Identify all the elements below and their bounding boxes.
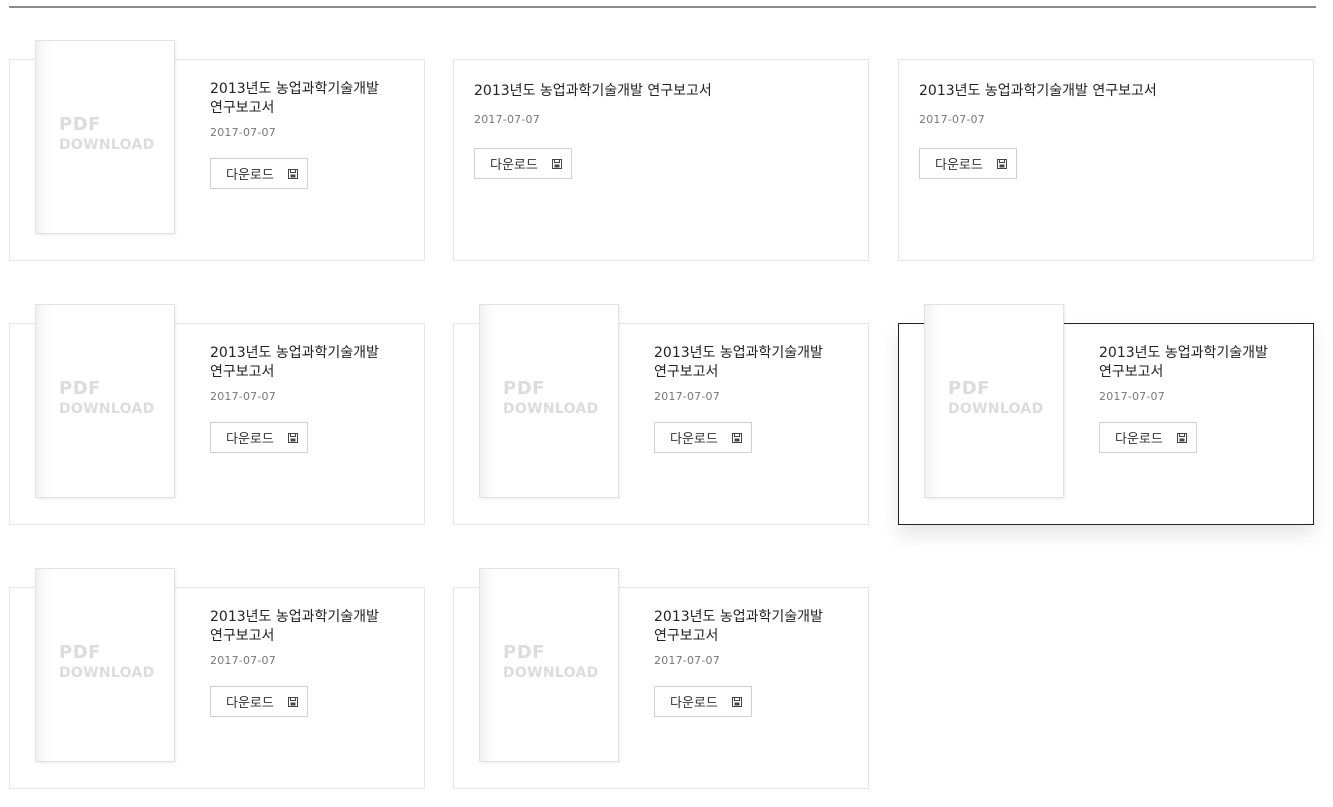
pdf-thumbnail[interactable]: PDF DOWNLOAD	[35, 304, 175, 498]
report-card[interactable]: 2013년도 농업과학기술개발 연구보고서 2017-07-07 다운로드	[453, 59, 869, 261]
download-button[interactable]: 다운로드	[210, 686, 308, 717]
report-date: 2017-07-07	[654, 390, 720, 403]
save-icon	[731, 696, 742, 707]
thumbnail-pdf-label: PDF	[948, 378, 990, 399]
download-button-label: 다운로드	[226, 432, 274, 447]
thumbnail-pdf-label: PDF	[59, 114, 101, 135]
download-button-label: 다운로드	[490, 158, 538, 173]
thumbnail-download-label: DOWNLOAD	[948, 401, 1044, 417]
report-date: 2017-07-07	[919, 113, 985, 126]
report-date: 2017-07-07	[210, 126, 276, 139]
save-icon	[287, 168, 298, 179]
report-date: 2017-07-07	[210, 390, 276, 403]
report-date: 2017-07-07	[474, 113, 540, 126]
report-title[interactable]: 2013년도 농업과학기술개발 연구보고서	[474, 82, 854, 101]
report-date: 2017-07-07	[1099, 390, 1165, 403]
save-icon	[287, 696, 298, 707]
thumbnail-pdf-label: PDF	[503, 642, 545, 663]
pdf-thumbnail[interactable]: PDF DOWNLOAD	[479, 304, 619, 498]
save-icon	[287, 432, 298, 443]
download-button[interactable]: 다운로드	[919, 148, 1017, 179]
pdf-thumbnail[interactable]: PDF DOWNLOAD	[35, 40, 175, 234]
report-card[interactable]: PDF DOWNLOAD 2013년도 농업과학기술개발 연구보고서 2017-…	[9, 304, 425, 525]
report-title[interactable]: 2013년도 농업과학기술개발 연구보고서	[1099, 344, 1299, 382]
save-icon	[1176, 432, 1187, 443]
thumbnail-download-label: DOWNLOAD	[503, 665, 599, 681]
download-button-label: 다운로드	[670, 696, 718, 711]
report-title[interactable]: 2013년도 농업과학기술개발 연구보고서	[210, 344, 410, 382]
save-icon	[551, 158, 562, 169]
download-button[interactable]: 다운로드	[654, 686, 752, 717]
save-icon	[731, 432, 742, 443]
download-button[interactable]: 다운로드	[1099, 422, 1197, 453]
report-card[interactable]: PDF DOWNLOAD 2013년도 농업과학기술개발 연구보고서 2017-…	[9, 568, 425, 789]
download-button-label: 다운로드	[226, 168, 274, 183]
download-button[interactable]: 다운로드	[654, 422, 752, 453]
save-icon	[996, 158, 1007, 169]
pdf-thumbnail[interactable]: PDF DOWNLOAD	[924, 304, 1064, 498]
pdf-thumbnail[interactable]: PDF DOWNLOAD	[35, 568, 175, 762]
top-divider	[9, 6, 1316, 8]
report-title[interactable]: 2013년도 농업과학기술개발 연구보고서	[654, 344, 854, 382]
download-button-label: 다운로드	[670, 432, 718, 447]
thumbnail-download-label: DOWNLOAD	[59, 665, 155, 681]
download-button[interactable]: 다운로드	[210, 158, 308, 189]
download-button-label: 다운로드	[935, 158, 983, 173]
report-title[interactable]: 2013년도 농업과학기술개발 연구보고서	[210, 80, 410, 118]
report-card[interactable]: PDF DOWNLOAD 2013년도 농업과학기술개발 연구보고서 2017-…	[9, 40, 425, 261]
thumbnail-pdf-label: PDF	[59, 378, 101, 399]
report-card[interactable]: PDF DOWNLOAD 2013년도 농업과학기술개발 연구보고서 2017-…	[453, 568, 869, 789]
download-button-label: 다운로드	[226, 696, 274, 711]
report-card[interactable]: PDF DOWNLOAD 2013년도 농업과학기술개발 연구보고서 2017-…	[453, 304, 869, 525]
thumbnail-download-label: DOWNLOAD	[59, 401, 155, 417]
report-date: 2017-07-07	[210, 654, 276, 667]
report-title[interactable]: 2013년도 농업과학기술개발 연구보고서	[919, 82, 1299, 101]
download-button-label: 다운로드	[1115, 432, 1163, 447]
report-card[interactable]: 2013년도 농업과학기술개발 연구보고서 2017-07-07 다운로드	[898, 59, 1314, 261]
thumbnail-download-label: DOWNLOAD	[503, 401, 599, 417]
report-title[interactable]: 2013년도 농업과학기술개발 연구보고서	[210, 608, 410, 646]
report-date: 2017-07-07	[654, 654, 720, 667]
thumbnail-pdf-label: PDF	[59, 642, 101, 663]
thumbnail-pdf-label: PDF	[503, 378, 545, 399]
report-title[interactable]: 2013년도 농업과학기술개발 연구보고서	[654, 608, 854, 646]
thumbnail-download-label: DOWNLOAD	[59, 137, 155, 153]
report-card-hovered[interactable]: PDF DOWNLOAD 2013년도 농업과학기술개발 연구보고서 2017-…	[898, 304, 1314, 525]
download-button[interactable]: 다운로드	[474, 148, 572, 179]
pdf-thumbnail[interactable]: PDF DOWNLOAD	[479, 568, 619, 762]
download-button[interactable]: 다운로드	[210, 422, 308, 453]
